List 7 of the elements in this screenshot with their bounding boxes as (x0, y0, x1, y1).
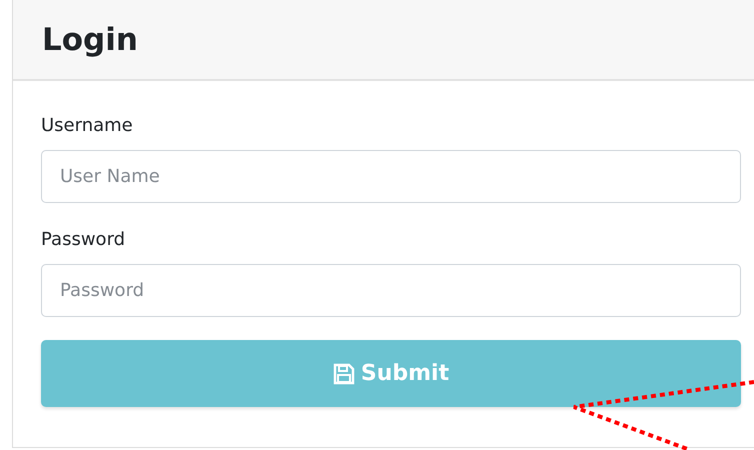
save-icon (332, 362, 355, 384)
username-label: Username (41, 115, 133, 136)
password-field[interactable]: Password (41, 264, 741, 317)
card-title: Login (42, 22, 138, 58)
password-label: Password (41, 229, 126, 250)
submit-button[interactable]: Submit (41, 340, 741, 407)
username-field[interactable]: User Name (41, 150, 741, 203)
